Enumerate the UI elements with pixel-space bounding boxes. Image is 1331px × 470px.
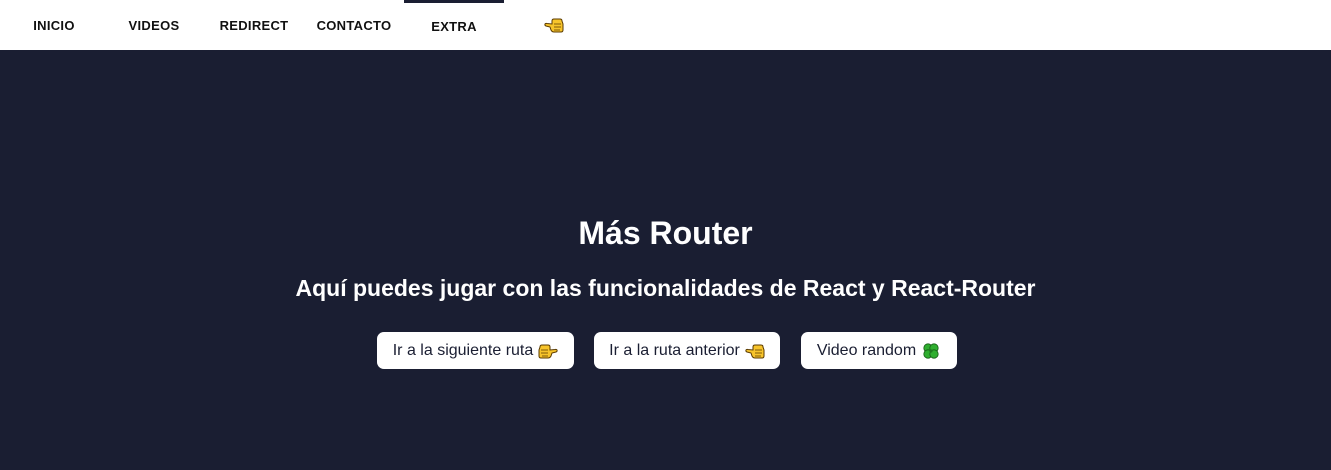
nav-link-redirect[interactable]: REDIRECT: [204, 0, 304, 50]
previous-route-button[interactable]: Ir a la ruta anterior: [594, 332, 780, 369]
top-navbar: INICIO VIDEOS REDIRECT CONTACTO EXTRA: [0, 0, 1331, 50]
nav-link-videos[interactable]: VIDEOS: [104, 0, 204, 50]
nav-link-contacto[interactable]: CONTACTO: [304, 0, 404, 50]
hero-section: Más Router Aquí puedes jugar con las fun…: [0, 50, 1331, 470]
previous-route-label: Ir a la ruta anterior: [609, 341, 740, 359]
nav-link-extra[interactable]: EXTRA: [404, 0, 504, 50]
next-route-label: Ir a la siguiente ruta: [392, 341, 534, 359]
nav-link-inicio[interactable]: INICIO: [4, 0, 104, 50]
page-title: Más Router: [578, 215, 753, 251]
random-video-label: Video random: [816, 341, 917, 359]
four-leaf-clover-icon: [923, 342, 939, 359]
backhand-index-pointing-left-icon[interactable]: [544, 17, 564, 33]
backhand-index-pointing-right-icon: [538, 344, 558, 358]
page-subtitle: Aquí puedes jugar con las funcionalidade…: [295, 275, 1036, 301]
random-video-button[interactable]: Video random: [801, 332, 957, 369]
backhand-index-pointing-left-icon: [745, 344, 765, 358]
next-route-button[interactable]: Ir a la siguiente ruta: [377, 332, 574, 369]
